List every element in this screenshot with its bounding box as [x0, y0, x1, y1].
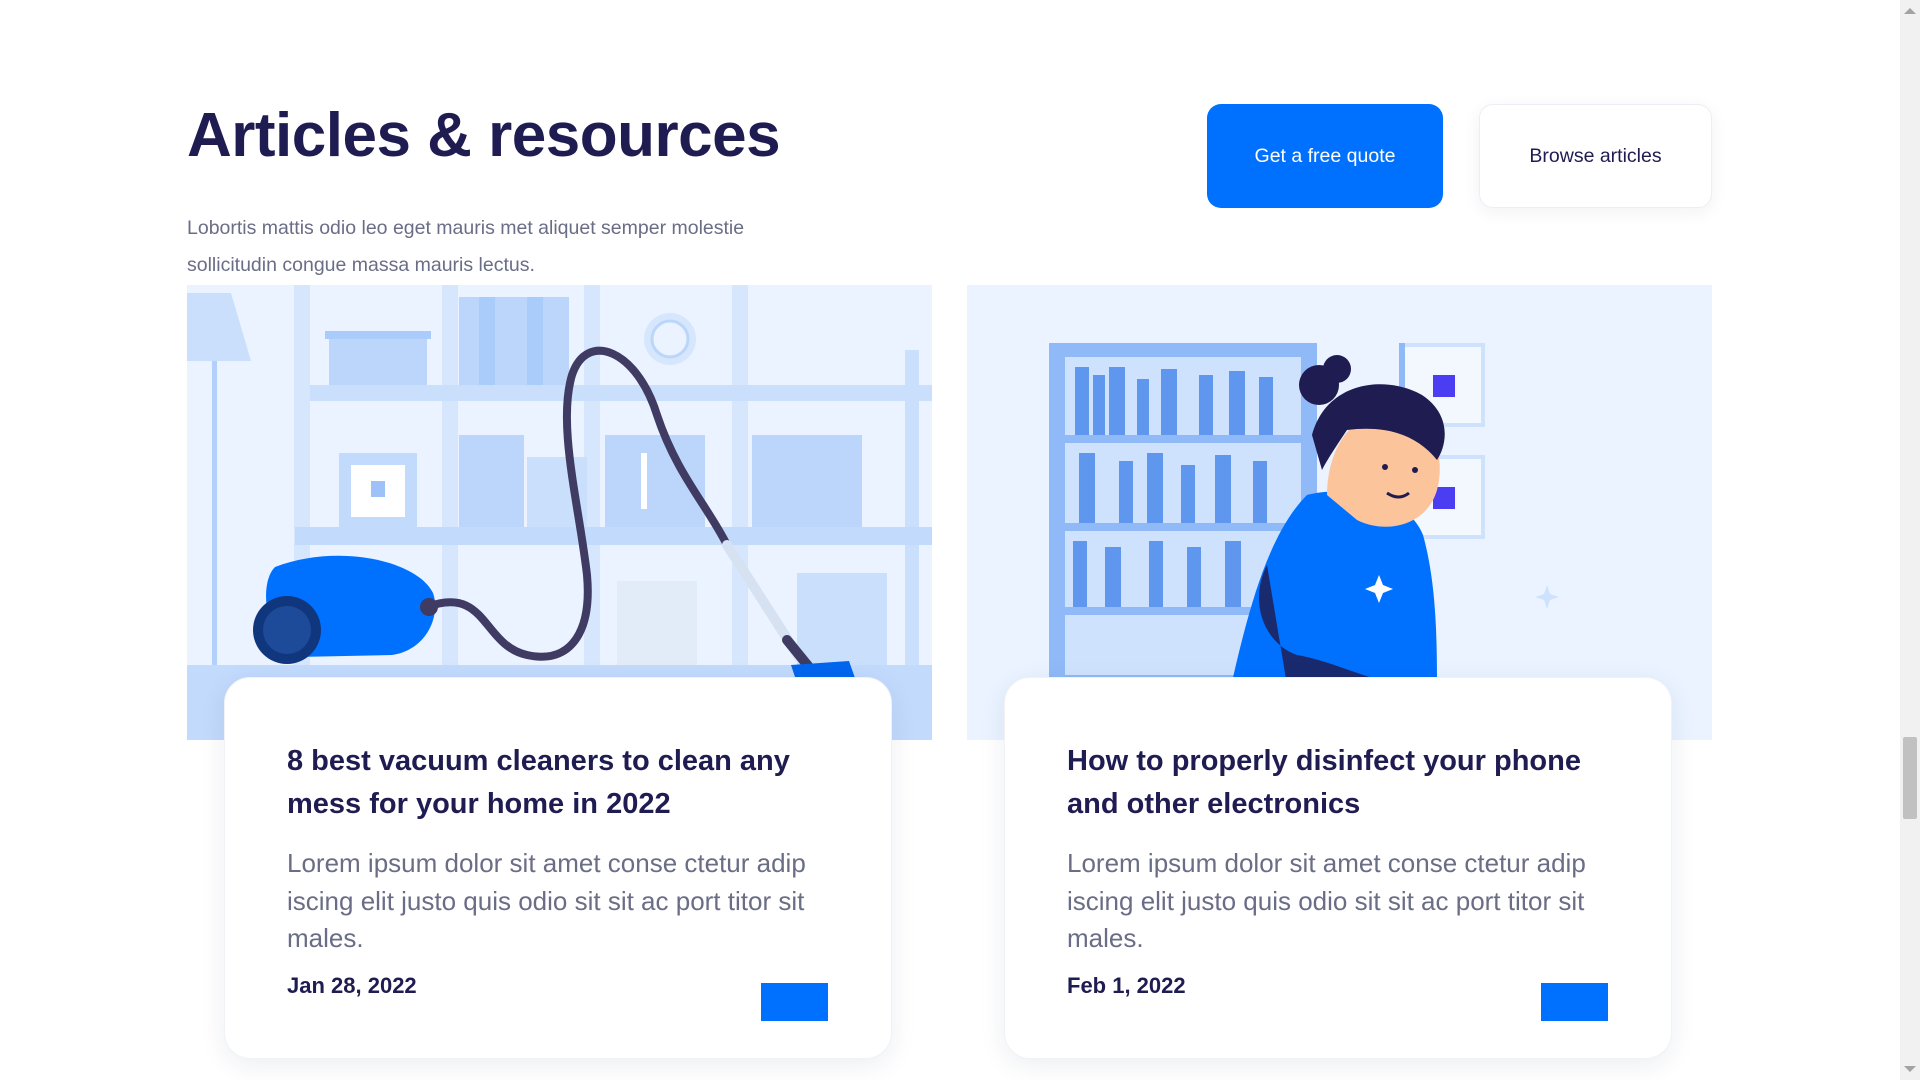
article-card[interactable]: How to properly disinfect your phone and…: [1004, 677, 1672, 1059]
section-title: Articles & resources: [187, 101, 781, 170]
person-cleaning-illustration[interactable]: [967, 285, 1712, 740]
read-more-button[interactable]: [761, 983, 828, 1021]
vacuum-cleaner-illustration[interactable]: [187, 285, 932, 740]
article-excerpt: Lorem ipsum dolor sit amet conse ctetur …: [287, 848, 806, 953]
scroll-up-arrow-icon[interactable]: [1904, 8, 1916, 14]
article-excerpt: Lorem ipsum dolor sit amet conse ctetur …: [1067, 848, 1586, 953]
article-date: Jan 28, 2022: [287, 973, 417, 998]
vertical-scrollbar[interactable]: [1900, 0, 1920, 1080]
articles-section: Articles & resources Lobortis mattis odi…: [0, 0, 1900, 1080]
article-card[interactable]: 8 best vacuum cleaners to clean any mess…: [224, 677, 892, 1059]
scroll-down-arrow-icon[interactable]: [1904, 1066, 1916, 1072]
section-subtitle: Lobortis mattis odio leo eget mauris met…: [187, 217, 745, 276]
scrollbar-thumb[interactable]: [1903, 737, 1917, 819]
read-more-button[interactable]: [1541, 983, 1608, 1021]
get-free-quote-button[interactable]: Get a free quote: [1207, 104, 1443, 208]
article-date: Feb 1, 2022: [1067, 973, 1186, 998]
article-title[interactable]: How to properly disinfect your phone and…: [1067, 740, 1607, 826]
article-title[interactable]: 8 best vacuum cleaners to clean any mess…: [287, 740, 827, 826]
browse-articles-button[interactable]: Browse articles: [1479, 104, 1712, 208]
